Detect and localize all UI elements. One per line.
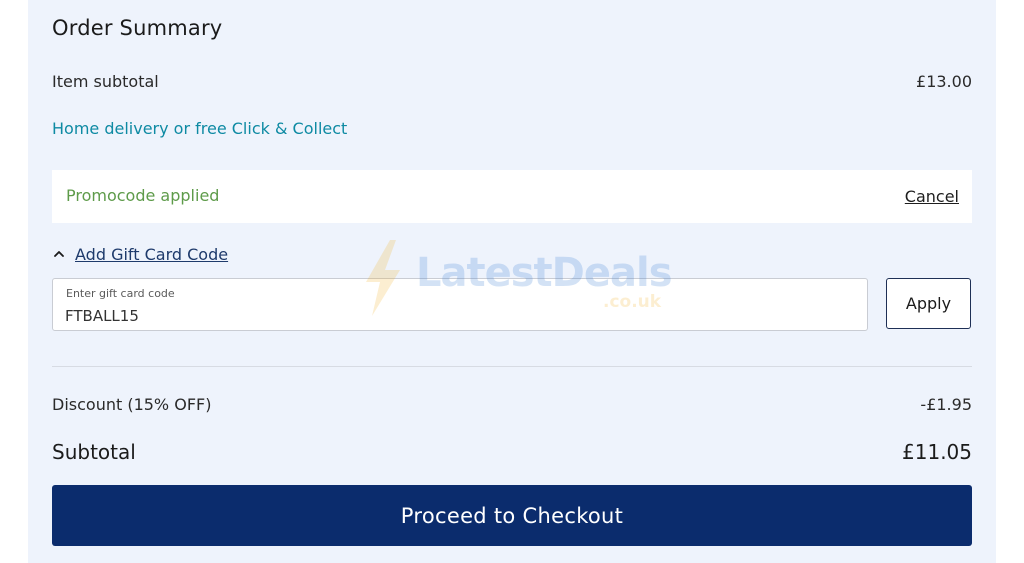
delivery-options-link[interactable]: Home delivery or free Click & Collect <box>52 119 347 138</box>
promo-applied-box: Promocode applied Cancel <box>52 170 972 223</box>
chevron-up-icon <box>54 251 64 257</box>
discount-label: Discount (15% OFF) <box>52 395 212 414</box>
summary-divider <box>52 366 972 367</box>
item-subtotal-label: Item subtotal <box>52 72 159 91</box>
item-subtotal-value: £13.00 <box>916 72 972 91</box>
apply-gift-card-button[interactable]: Apply <box>886 278 971 329</box>
order-summary-title: Order Summary <box>52 16 223 40</box>
gift-card-toggle-label: Add Gift Card Code <box>75 244 229 264</box>
gift-card-toggle[interactable]: Add Gift Card Code <box>52 243 228 265</box>
subtotal-label: Subtotal <box>52 440 136 464</box>
gift-card-field[interactable]: Enter gift card code <box>52 278 868 331</box>
proceed-to-checkout-button[interactable]: Proceed to Checkout <box>52 485 972 546</box>
discount-value: -£1.95 <box>920 395 972 414</box>
gift-card-input[interactable] <box>63 304 857 328</box>
promo-cancel-link[interactable]: Cancel <box>905 187 959 206</box>
subtotal-value: £11.05 <box>902 440 972 464</box>
promo-status-text: Promocode applied <box>66 186 220 205</box>
gift-card-input-label: Enter gift card code <box>66 287 175 300</box>
